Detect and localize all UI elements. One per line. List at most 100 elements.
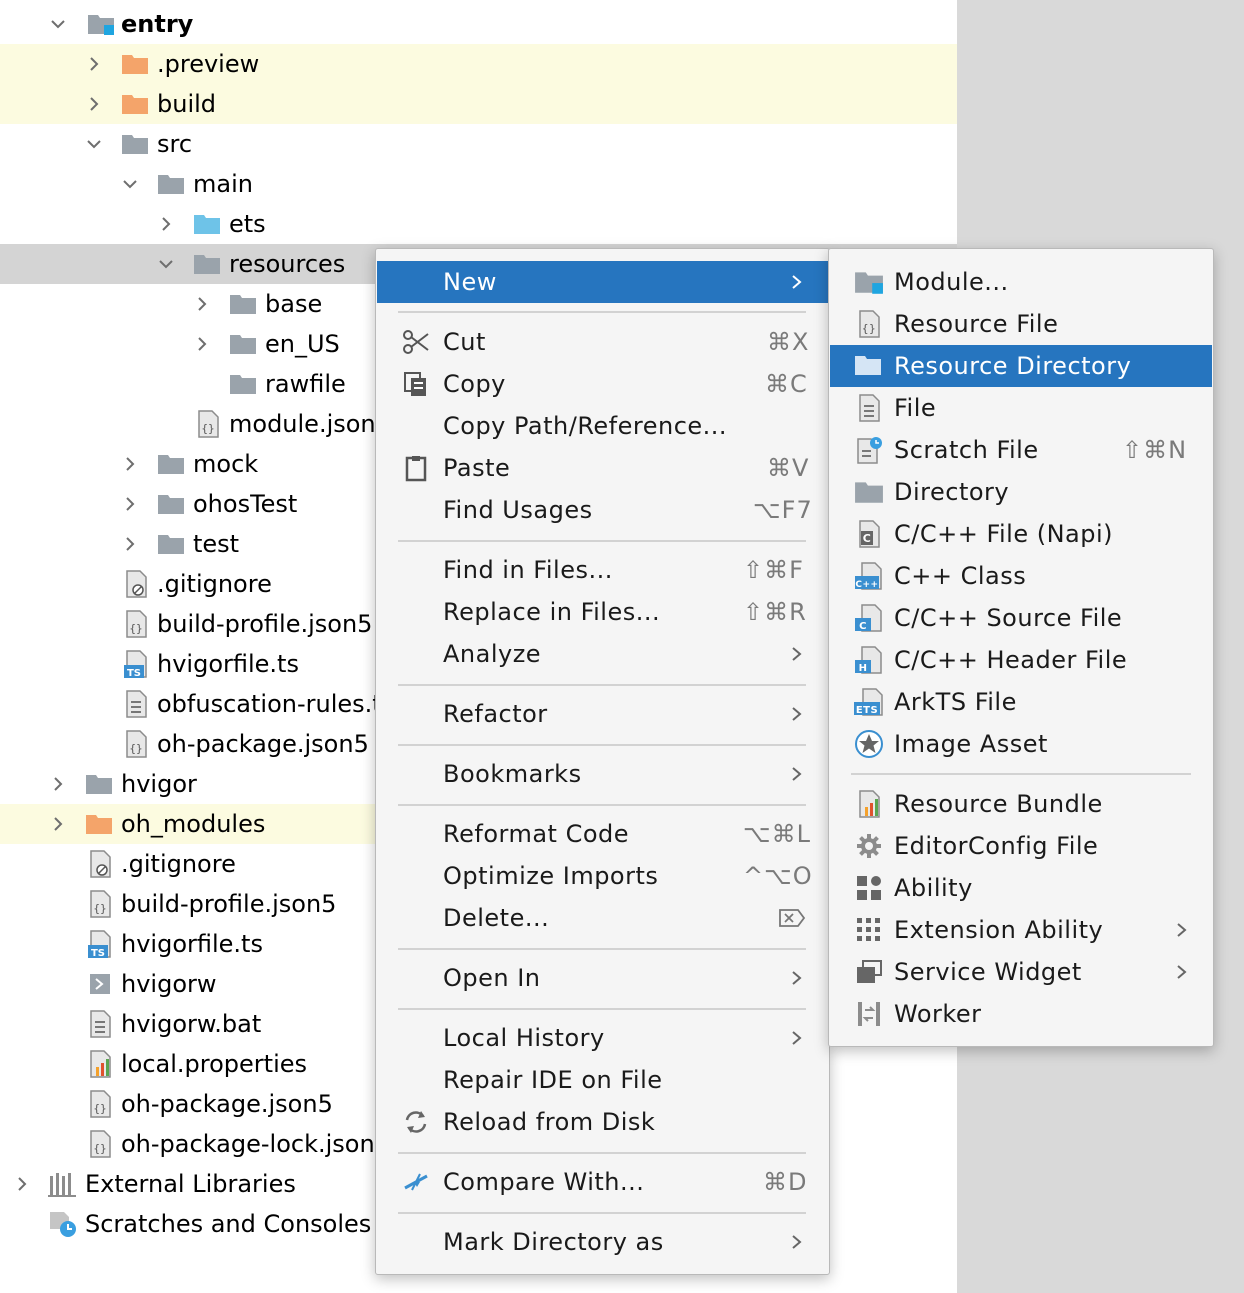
menu-item-reformat-code[interactable]: Reformat Code ⌥⌘L: [377, 813, 828, 855]
menu-item-cpp-header-file[interactable]: H C/C++ Header File: [830, 639, 1212, 681]
menu-item-paste[interactable]: Paste ⌘V: [377, 447, 828, 489]
menu-item-resource-bundle[interactable]: Resource Bundle: [830, 783, 1212, 825]
chevron-right-icon[interactable]: [84, 44, 104, 84]
menu-item-new[interactable]: New: [377, 261, 828, 303]
chevron-right-icon[interactable]: [120, 444, 140, 484]
chevron-right-icon[interactable]: [48, 804, 68, 844]
chevron-right-icon[interactable]: [120, 484, 140, 524]
menu-item-refactor[interactable]: Refactor: [377, 693, 828, 735]
tree-row-build[interactable]: build: [0, 84, 957, 124]
chevron-right-icon[interactable]: [120, 524, 140, 564]
menu-item-directory[interactable]: Directory: [830, 471, 1212, 513]
tree-row-entry[interactable]: entry: [0, 4, 957, 44]
ignore-file-icon: [85, 844, 115, 884]
json-file-icon: [121, 724, 151, 764]
menu-item-service-widget[interactable]: Service Widget: [830, 951, 1212, 993]
menu-item-delete[interactable]: Delete...: [377, 897, 828, 939]
json-file-icon: [193, 404, 223, 444]
scratch-file-icon: [852, 429, 886, 471]
folder-icon: [156, 484, 186, 524]
menu-item-image-asset[interactable]: Image Asset: [830, 723, 1212, 765]
chevron-right-icon[interactable]: [84, 84, 104, 124]
chevron-right-icon[interactable]: [192, 284, 212, 324]
menu-item-resource-file[interactable]: Resource File: [830, 303, 1212, 345]
chevron-right-icon[interactable]: [156, 204, 176, 244]
folder-icon: [228, 284, 258, 324]
widget-icon: [852, 951, 886, 993]
tree-label: ets: [229, 210, 266, 238]
submenu-arrow-icon: [787, 753, 807, 795]
cpp-class-icon: C++: [852, 555, 886, 597]
compare-icon: [399, 1161, 433, 1203]
folder-icon: [852, 471, 886, 513]
chevron-down-icon[interactable]: [84, 124, 104, 164]
menu-separator: [398, 1212, 806, 1214]
menu-item-compare-with[interactable]: Compare With... ⌘D: [377, 1161, 828, 1203]
tree-row-ets[interactable]: ets: [0, 204, 957, 244]
menu-item-editorconfig-file[interactable]: EditorConfig File: [830, 825, 1212, 867]
menu-item-cpp-file-napi[interactable]: C C/C++ File (Napi): [830, 513, 1212, 555]
tree-row-src[interactable]: src: [0, 124, 957, 164]
text-file-icon: [121, 684, 151, 724]
submenu-arrow-icon: [787, 1221, 807, 1263]
h-badge: H: [859, 663, 868, 674]
tree-label: build: [157, 90, 217, 118]
menu-separator: [398, 311, 806, 313]
ts-badge: TS: [127, 668, 141, 678]
folder-icon: [120, 84, 150, 124]
menu-item-local-history[interactable]: Local History: [377, 1017, 828, 1059]
menu-item-file[interactable]: File: [830, 387, 1212, 429]
menu-separator: [398, 744, 806, 746]
tree-label: mock: [193, 450, 259, 478]
menu-item-find-usages[interactable]: Find Usages ⌥F7: [377, 489, 828, 531]
folder-icon: [84, 764, 114, 804]
tree-label: hvigorw.bat: [121, 1010, 262, 1038]
menu-item-optimize-imports[interactable]: Optimize Imports ^⌥O: [377, 855, 828, 897]
menu-item-ability[interactable]: Ability: [830, 867, 1212, 909]
text-file-icon: [85, 1004, 115, 1044]
menu-item-copy-path[interactable]: Copy Path/Reference...: [377, 405, 828, 447]
menu-item-cpp-class[interactable]: C++ C++ Class: [830, 555, 1212, 597]
executable-file-icon: [85, 964, 115, 1004]
tree-row-preview[interactable]: .preview: [0, 44, 957, 84]
menu-item-mark-directory-as[interactable]: Mark Directory as: [377, 1221, 828, 1263]
menu-item-find-in-files[interactable]: Find in Files... ⇧⌘F: [377, 549, 828, 591]
tree-label: oh-package.json5: [121, 1090, 333, 1118]
menu-item-resource-directory[interactable]: Resource Directory: [830, 345, 1212, 387]
c-source-file-icon: C: [852, 597, 886, 639]
tree-label: src: [157, 130, 193, 158]
tree-label: obfuscation-rules.txt: [157, 690, 406, 718]
tree-label: main: [193, 170, 253, 198]
tree-label: hvigorfile.ts: [121, 930, 263, 958]
scissors-icon: [399, 321, 433, 363]
menu-item-replace-in-files[interactable]: Replace in Files... ⇧⌘R: [377, 591, 828, 633]
menu-item-copy[interactable]: Copy ⌘C: [377, 363, 828, 405]
chevron-right-icon[interactable]: [48, 764, 68, 804]
chevron-down-icon[interactable]: [48, 4, 68, 44]
menu-item-extension-ability[interactable]: Extension Ability: [830, 909, 1212, 951]
folder-icon: [852, 345, 886, 387]
tree-label: Scratches and Consoles: [85, 1210, 372, 1238]
worker-icon: [852, 993, 886, 1035]
resource-file-icon: [852, 303, 886, 345]
tree-label: .gitignore: [121, 850, 236, 878]
menu-item-cpp-source-file[interactable]: C C/C++ Source File: [830, 597, 1212, 639]
chevron-down-icon[interactable]: [156, 244, 176, 284]
menu-item-analyze[interactable]: Analyze: [377, 633, 828, 675]
chevron-right-icon[interactable]: [12, 1164, 32, 1204]
tree-label: build-profile.json5: [157, 610, 373, 638]
menu-item-cut[interactable]: Cut ⌘X: [377, 321, 828, 363]
menu-item-bookmarks[interactable]: Bookmarks: [377, 753, 828, 795]
menu-item-scratch-file[interactable]: Scratch File ⇧⌘N: [830, 429, 1212, 471]
ts-badge: TS: [91, 948, 105, 958]
menu-item-repair-ide[interactable]: Repair IDE on File: [377, 1059, 828, 1101]
chevron-down-icon[interactable]: [120, 164, 140, 204]
menu-item-arkts-file[interactable]: ETS ArkTS File: [830, 681, 1212, 723]
tree-row-main[interactable]: main: [0, 164, 957, 204]
chevron-right-icon[interactable]: [192, 324, 212, 364]
menu-item-module[interactable]: Module...: [830, 261, 1212, 303]
folder-icon: [156, 444, 186, 484]
menu-item-worker[interactable]: Worker: [830, 993, 1212, 1035]
menu-item-open-in[interactable]: Open In: [377, 957, 828, 999]
menu-item-reload-from-disk[interactable]: Reload from Disk: [377, 1101, 828, 1143]
